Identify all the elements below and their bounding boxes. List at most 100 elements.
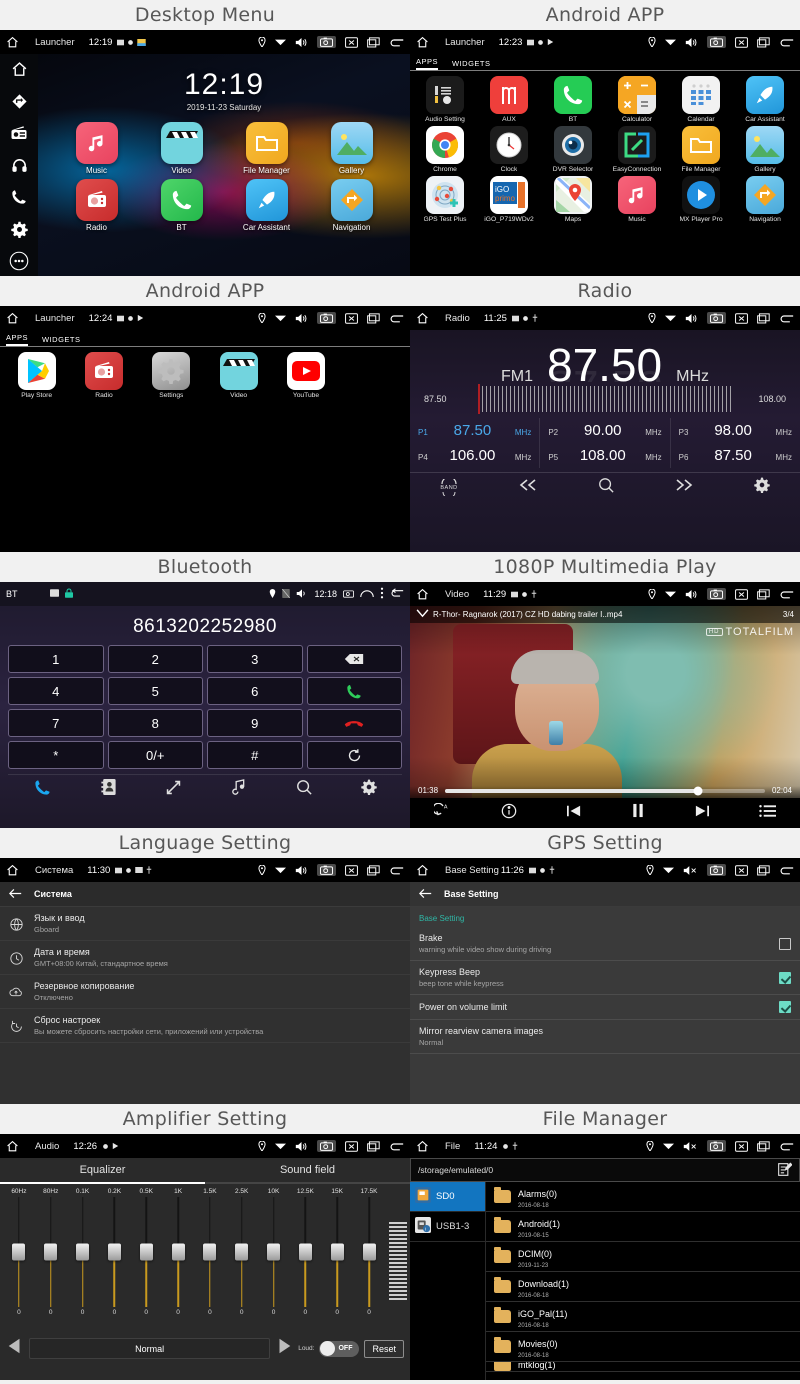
info-icon[interactable]	[501, 803, 517, 824]
edit-icon[interactable]	[777, 1162, 792, 1179]
call-answer-icon[interactable]	[307, 677, 403, 705]
volume-icon[interactable]	[295, 313, 308, 324]
tab-equalizer[interactable]: Equalizer	[0, 1158, 205, 1182]
app-play-store[interactable]: Play Store	[3, 352, 70, 399]
next-icon[interactable]	[694, 804, 710, 823]
radio-tick-scale[interactable]	[478, 386, 732, 412]
eq-slider-thumb[interactable]	[44, 1244, 57, 1261]
eq-slider-thumb[interactable]	[331, 1244, 344, 1261]
app-dvr-selector[interactable]: DVR Selector	[541, 126, 605, 173]
setting-item-reset[interactable]: Сброс настроек Вы можете сбросить настро…	[0, 1009, 410, 1043]
dock-navigation-icon[interactable]	[8, 90, 30, 112]
settings-gear-icon[interactable]	[361, 779, 377, 800]
eq-slider-thumb[interactable]	[235, 1244, 248, 1261]
search-icon[interactable]	[598, 477, 614, 498]
gps-item-mirror-rearview[interactable]: Mirror rearview camera images Normal	[410, 1020, 800, 1054]
eq-slider[interactable]	[108, 1197, 121, 1307]
dock-radio-icon[interactable]	[8, 122, 30, 144]
eq-band[interactable]: 0.1K0	[67, 1188, 99, 1334]
screenshot-icon[interactable]	[707, 588, 726, 600]
seek-bar[interactable]	[445, 789, 765, 793]
preset-prev-icon[interactable]	[6, 1337, 24, 1360]
back-arrow-icon[interactable]	[419, 888, 432, 901]
eq-band[interactable]: 15K0	[321, 1188, 353, 1334]
preset-p2[interactable]: P290.00MHz	[540, 418, 670, 443]
back-icon[interactable]	[389, 313, 404, 324]
back-icon[interactable]	[389, 865, 404, 876]
screenshot-icon[interactable]	[707, 36, 726, 48]
key-hash[interactable]: #	[207, 741, 303, 769]
back-arrow-icon[interactable]	[9, 888, 22, 901]
drive-usb[interactable]: i USB1-3	[410, 1212, 485, 1242]
app-aux[interactable]: AUX	[477, 76, 541, 123]
home-icon[interactable]	[6, 36, 26, 49]
volume-icon[interactable]	[295, 37, 308, 48]
back-icon[interactable]	[779, 865, 794, 876]
app-calendar[interactable]: Calendar	[669, 76, 733, 123]
app-easyconnection[interactable]: EasyConnection	[605, 126, 669, 173]
recents-icon[interactable]	[367, 313, 380, 324]
app-navigation[interactable]: Navigation	[309, 179, 394, 232]
back-icon[interactable]	[390, 588, 404, 600]
eq-slider-thumb[interactable]	[108, 1244, 121, 1261]
screenshot-icon[interactable]	[317, 1140, 336, 1152]
eq-band[interactable]: 80Hz0	[35, 1188, 67, 1334]
file-row[interactable]: DCIM(0)2019-11-23	[486, 1242, 800, 1272]
home-icon[interactable]	[6, 864, 26, 877]
path-bar[interactable]: /storage/emulated/0	[410, 1158, 800, 1182]
dock-apps-grid-icon[interactable]	[8, 250, 30, 272]
reset-button[interactable]: Reset	[364, 1340, 404, 1358]
home-icon[interactable]	[416, 1140, 436, 1153]
dock-headphone-icon[interactable]	[8, 154, 30, 176]
screenshot-icon[interactable]	[707, 864, 726, 876]
prev-icon[interactable]	[518, 478, 538, 497]
tab-sound-field[interactable]: Sound field	[205, 1158, 410, 1182]
app-radio[interactable]: Radio	[54, 179, 139, 232]
preset-p4[interactable]: P4106.00MHz	[410, 443, 540, 468]
backspace-icon[interactable]	[307, 645, 403, 673]
key-2[interactable]: 2	[108, 645, 204, 673]
tab-apps[interactable]: APPS	[416, 57, 438, 70]
app-audio-setting[interactable]: Audio Setting	[413, 76, 477, 123]
eq-slider-thumb[interactable]	[267, 1244, 280, 1261]
home-icon[interactable]	[416, 36, 436, 49]
eq-slider[interactable]	[331, 1197, 344, 1307]
preset-p5[interactable]: P5108.00MHz	[540, 443, 670, 468]
file-row[interactable]: Android(1)2019-08-15	[486, 1212, 800, 1242]
eq-band[interactable]: 10K0	[258, 1188, 290, 1334]
close-app-icon[interactable]	[735, 865, 748, 876]
home-icon[interactable]	[416, 588, 436, 601]
app-mx-player-pro[interactable]: MX Player Pro	[669, 176, 733, 223]
eq-band[interactable]: 0.5K0	[130, 1188, 162, 1334]
app-file-manager[interactable]: File Manager	[224, 122, 309, 175]
radio-tuner[interactable]: 87.50 108.00	[410, 382, 800, 412]
key-zero[interactable]: 0/+	[108, 741, 204, 769]
chevron-down-icon[interactable]	[416, 609, 429, 620]
preset-p1[interactable]: P187.50MHz	[410, 418, 540, 443]
loud-toggle[interactable]: OFF	[319, 1341, 359, 1357]
recents-icon[interactable]	[757, 865, 770, 876]
file-row[interactable]: iGO_Pal(11)2016-08-18	[486, 1302, 800, 1332]
screenshot-icon[interactable]	[707, 1140, 726, 1152]
eq-band[interactable]: 12.5K0	[289, 1188, 321, 1334]
app-chrome[interactable]: Chrome	[413, 126, 477, 173]
settings-gear-icon[interactable]	[754, 477, 770, 498]
preset-p6[interactable]: P687.50MHz	[671, 443, 800, 468]
recents-icon[interactable]	[757, 37, 770, 48]
close-app-icon[interactable]	[345, 37, 358, 48]
back-icon[interactable]	[779, 37, 794, 48]
key-9[interactable]: 9	[207, 709, 303, 737]
screenshot-icon[interactable]	[343, 589, 354, 600]
eq-slider[interactable]	[235, 1197, 248, 1307]
app-car-assistant[interactable]: Car Assistant	[733, 76, 797, 123]
eq-band[interactable]: 60Hz0	[3, 1188, 35, 1334]
home-icon[interactable]	[360, 589, 374, 600]
volume-mute-icon[interactable]	[683, 1141, 698, 1152]
drive-sd0[interactable]: SD0	[410, 1182, 485, 1212]
close-app-icon[interactable]	[735, 313, 748, 324]
close-app-icon[interactable]	[345, 313, 358, 324]
close-app-icon[interactable]	[345, 865, 358, 876]
app-radio[interactable]: Radio	[70, 352, 137, 399]
eq-band[interactable]: 1.5K0	[194, 1188, 226, 1334]
recents-icon[interactable]	[757, 589, 770, 600]
